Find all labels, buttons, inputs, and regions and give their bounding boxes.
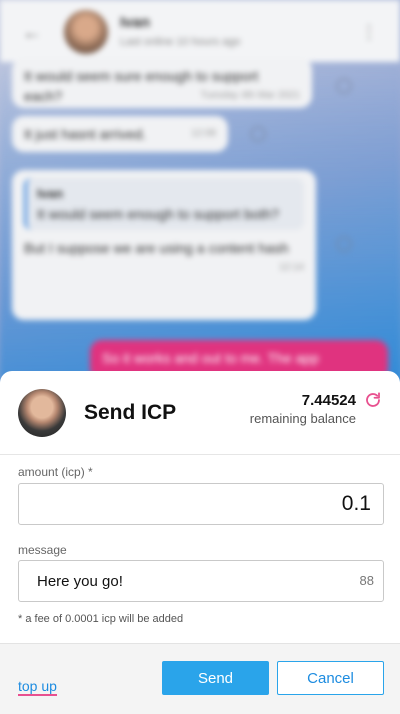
- refresh-icon[interactable]: [364, 391, 382, 409]
- cancel-button[interactable]: Cancel: [277, 661, 384, 695]
- kebab-menu-icon[interactable]: ⋮: [360, 22, 378, 43]
- chat-message: It would seem sure enough to support eac…: [12, 58, 312, 108]
- send-icp-dialog: Send ICP 7.44524 remaining balance amoun…: [0, 371, 400, 714]
- chat-message: Ivan It would seem enough to support bot…: [12, 170, 316, 320]
- chat-contact-name: Ivan: [120, 14, 151, 31]
- top-up-link[interactable]: top up: [18, 678, 57, 696]
- reaction-icon: [250, 126, 266, 142]
- reaction-icon: [336, 236, 352, 252]
- send-button[interactable]: Send: [162, 661, 269, 695]
- chat-header: ← Ivan Last online 10 hours ago ⋮: [0, 0, 400, 62]
- balance-value: 7.44524: [301, 392, 356, 409]
- message-time: 12:08: [190, 128, 216, 139]
- quoted-message-author: Ivan: [37, 186, 64, 201]
- recipient-avatar: [18, 389, 66, 437]
- chat-avatar: [64, 10, 108, 54]
- message-label: message: [18, 543, 67, 557]
- quoted-message-text: It would seem enough to support both?: [37, 206, 280, 222]
- message-time: Tuesday 4th Mar 2021: [200, 90, 300, 101]
- message-input[interactable]: [18, 560, 384, 602]
- reaction-icon: [336, 78, 352, 94]
- fee-note: * a fee of 0.0001 icp will be added: [18, 613, 184, 625]
- dialog-footer: top up Send Cancel: [0, 643, 400, 714]
- amount-label: amount (icp) *: [18, 465, 93, 479]
- amount-input[interactable]: [18, 483, 384, 525]
- message-text: So it works and out to me. The app: [102, 350, 319, 366]
- dialog-title: Send ICP: [84, 401, 177, 424]
- dialog-header: Send ICP 7.44524 remaining balance: [0, 371, 400, 455]
- balance-label: remaining balance: [249, 411, 356, 426]
- message-time: 12:14: [278, 262, 304, 273]
- chat-background: ← Ivan Last online 10 hours ago ⋮ It wou…: [0, 0, 400, 380]
- message-char-count: 88: [359, 573, 374, 588]
- chat-contact-status: Last online 10 hours ago: [120, 36, 241, 48]
- quoted-message: Ivan It would seem enough to support bot…: [24, 178, 304, 230]
- back-arrow-icon[interactable]: ←: [22, 22, 42, 45]
- chat-message: It just hasnt arrived. 12:08: [12, 116, 228, 152]
- message-text: But I suppose we are using a content has…: [24, 240, 289, 256]
- message-text: It just hasnt arrived.: [24, 126, 147, 142]
